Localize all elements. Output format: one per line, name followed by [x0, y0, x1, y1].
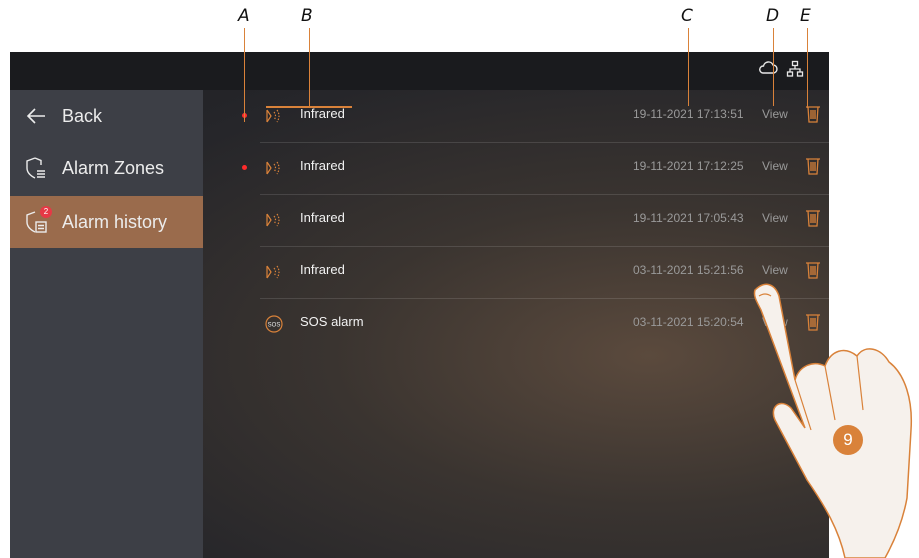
touch-hand-illustration — [753, 283, 913, 558]
shield-history-icon: 2 — [24, 206, 52, 234]
cloud-icon — [758, 60, 778, 81]
alarm-type: Infrared — [300, 262, 345, 277]
infrared-icon — [264, 210, 284, 230]
alarm-timestamp: 03-11-2021 15:21:56 — [633, 263, 744, 277]
callout-c-line — [688, 28, 689, 106]
alarm-timestamp: 19-11-2021 17:13:51 — [633, 107, 744, 121]
alarm-type: Infrared — [300, 158, 345, 173]
alarm-timestamp: 19-11-2021 17:05:43 — [633, 211, 744, 225]
back-label: Back — [62, 105, 103, 126]
alarm-row[interactable]: Infrared 19-11-2021 17:13:51 View — [242, 90, 829, 143]
callout-b-bracket — [266, 106, 352, 108]
callout-c: C — [681, 6, 693, 26]
trash-icon[interactable] — [805, 156, 821, 176]
infrared-icon — [264, 262, 284, 282]
sidebar-item-label: Alarm Zones — [62, 157, 165, 178]
step-number-badge: 9 — [833, 425, 863, 455]
step-number: 9 — [843, 430, 853, 449]
alarm-timestamp: 19-11-2021 17:12:25 — [633, 159, 744, 173]
status-bar — [10, 52, 829, 90]
alarm-timestamp: 03-11-2021 15:20:54 — [633, 315, 744, 329]
trash-icon[interactable] — [805, 208, 821, 228]
callout-a: A — [238, 6, 250, 26]
unread-dot — [242, 165, 247, 170]
sidebar-item-alarm-zones[interactable]: Alarm Zones — [10, 142, 203, 194]
view-button[interactable]: View — [762, 211, 788, 225]
notification-badge: 2 — [40, 206, 52, 218]
view-button[interactable]: View — [762, 107, 788, 121]
alarm-type: Infrared — [300, 106, 345, 121]
alarm-type: Infrared — [300, 210, 345, 225]
infrared-icon — [264, 106, 284, 126]
callout-e-line — [807, 28, 808, 108]
callout-a-line — [244, 28, 245, 122]
alarm-row[interactable]: Infrared 19-11-2021 17:12:25 View — [242, 142, 829, 195]
view-button[interactable]: View — [762, 159, 788, 173]
back-button[interactable]: Back — [10, 90, 203, 142]
arrow-left-icon — [24, 104, 48, 128]
callout-d-line — [773, 28, 774, 106]
callout-b: B — [301, 6, 313, 26]
callout-d: D — [766, 6, 780, 26]
svg-text:SOS: SOS — [268, 323, 281, 329]
shield-list-icon — [24, 156, 48, 180]
sos-icon: SOS — [264, 314, 284, 334]
sidebar-item-label: Alarm history — [62, 211, 168, 232]
alarm-type: SOS alarm — [300, 314, 364, 329]
infrared-icon — [264, 158, 284, 178]
device-screen: Back Alarm Zones 2 Alarm history Infrare… — [10, 52, 829, 558]
sidebar-item-alarm-history[interactable]: 2 Alarm history — [10, 196, 203, 248]
callout-e: E — [800, 6, 811, 26]
callout-b-line — [309, 28, 310, 106]
alarm-row[interactable]: Infrared 19-11-2021 17:05:43 View — [260, 194, 829, 247]
network-icon — [786, 60, 804, 83]
sidebar: Back Alarm Zones 2 Alarm history — [10, 90, 203, 558]
